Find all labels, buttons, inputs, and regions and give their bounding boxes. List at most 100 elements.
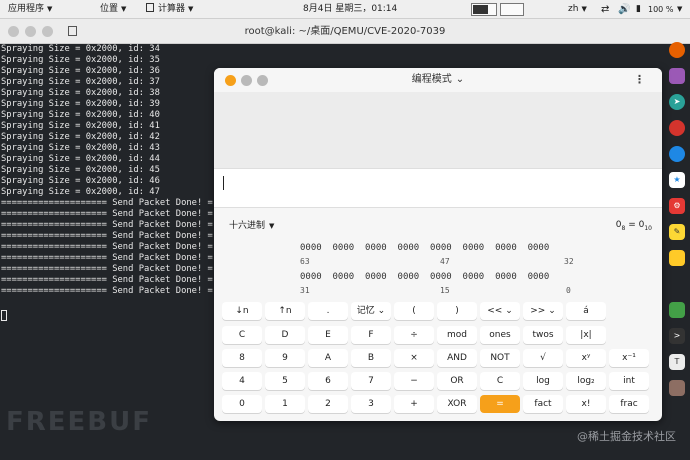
- terminal-line: Spraying Size = 0x2000, id: 46: [1, 176, 160, 186]
- hex-a-button[interactable]: A: [308, 349, 348, 367]
- twos-complement-button[interactable]: twos: [523, 326, 563, 344]
- fact-button[interactable]: fact: [523, 395, 563, 413]
- input-method-menu[interactable]: zh ▼: [568, 0, 587, 19]
- terminal-line: Spraying Size = 0x2000, id: 37: [1, 77, 160, 87]
- apps-menu[interactable]: 应用程序 ▼: [8, 0, 52, 19]
- and-button[interactable]: AND: [437, 349, 477, 367]
- terminal-title: root@kali: ~/桌面/QEMU/CVE-2020-7039: [244, 26, 446, 37]
- factorial-button[interactable]: x!: [566, 395, 606, 413]
- absolute-value-button[interactable]: |x|: [566, 326, 606, 344]
- volume-icon[interactable]: 🔊: [618, 0, 630, 19]
- keypad: ↓n ↑n . 记忆 ⌄ ( ) << ⌄ >> ⌄ á C D E F ÷ m…: [222, 302, 654, 415]
- xor-button[interactable]: XOR: [437, 395, 477, 413]
- pen-icon[interactable]: ✎: [669, 224, 685, 240]
- folder-icon[interactable]: [669, 250, 685, 266]
- send-icon[interactable]: ➤: [669, 94, 685, 110]
- workspace-indicator-empty-icon[interactable]: [500, 3, 524, 16]
- inverse-button[interactable]: x⁻¹: [609, 349, 649, 367]
- terminal-line: Spraying Size = 0x2000, id: 42: [1, 132, 160, 142]
- grid-icon[interactable]: [669, 302, 685, 318]
- digit-6-button[interactable]: 6: [308, 372, 348, 390]
- digit-0-button[interactable]: 0: [222, 395, 262, 413]
- digit-8-button[interactable]: 8: [222, 349, 262, 367]
- hex-b-button[interactable]: B: [351, 349, 391, 367]
- mod-button[interactable]: mod: [437, 326, 477, 344]
- terminal-line: Spraying Size = 0x2000, id: 43: [1, 143, 160, 153]
- add-button[interactable]: +: [394, 395, 434, 413]
- log-button[interactable]: log: [523, 372, 563, 390]
- dropdown-arrow-icon: ▼: [269, 222, 275, 230]
- terminal-line: ==================== Send Packet Done! =: [1, 220, 213, 230]
- firefox-icon[interactable]: [669, 42, 685, 58]
- kebab-menu-icon[interactable]: ⋮: [634, 73, 645, 87]
- bit-row-low[interactable]: 0000 0000 0000 0000 0000 0000 0000 0000: [300, 272, 549, 283]
- power-button[interactable]: xʸ: [566, 349, 606, 367]
- expression-input[interactable]: [214, 168, 662, 208]
- box-icon[interactable]: [669, 380, 685, 396]
- digit-2-button[interactable]: 2: [308, 395, 348, 413]
- multiply-button[interactable]: ×: [394, 349, 434, 367]
- calculator-app-label: 计算器: [158, 4, 186, 14]
- or-button[interactable]: OR: [437, 372, 477, 390]
- digit-3-button[interactable]: 3: [351, 395, 391, 413]
- ones-complement-button[interactable]: ones: [480, 326, 520, 344]
- calculator-window: 编程模式 ⌄ ⋮ 十六进制 ▼ 08 = 010 0000 0000 0000 00…: [214, 68, 662, 421]
- text-caret: [223, 176, 224, 190]
- base-selector[interactable]: 十六进制 ▼: [223, 216, 280, 236]
- places-menu[interactable]: 位置 ▼: [100, 0, 126, 19]
- shift-left-button[interactable]: << ⌄: [480, 302, 520, 320]
- subtract-button[interactable]: −: [394, 372, 434, 390]
- shift-down-button[interactable]: ↓n: [222, 302, 262, 320]
- hex-c-button[interactable]: C: [222, 326, 262, 344]
- terminal-line: ==================== Send Packet Done! =: [1, 242, 213, 252]
- close-paren-button[interactable]: ): [437, 302, 477, 320]
- digit-9-button[interactable]: 9: [265, 349, 305, 367]
- frac-button[interactable]: frac: [609, 395, 649, 413]
- digit-5-button[interactable]: 5: [265, 372, 305, 390]
- digit-4-button[interactable]: 4: [222, 372, 262, 390]
- terminal-icon[interactable]: >: [669, 328, 685, 344]
- weibo-icon[interactable]: [669, 120, 685, 136]
- mode-title: 编程模式: [411, 74, 452, 85]
- hex-e-button[interactable]: E: [308, 326, 348, 344]
- clear-button[interactable]: C: [480, 372, 520, 390]
- square-root-button[interactable]: √: [523, 349, 563, 367]
- chat-icon[interactable]: [669, 146, 685, 162]
- digit-1-button[interactable]: 1: [265, 395, 305, 413]
- mode-selector[interactable]: 编程模式 ⌄: [214, 68, 662, 92]
- workspace-indicator-icon[interactable]: [471, 3, 497, 16]
- gnome-top-bar: 应用程序 ▼ 位置 ▼ 计算器 ▼ 8月4日 星期三，01:14 zh ▼ ⇄ 🔊 ▮ …: [0, 0, 690, 19]
- divide-button[interactable]: ÷: [394, 326, 434, 344]
- calculator-app-menu[interactable]: 计算器 ▼: [146, 0, 193, 19]
- battery-icon[interactable]: ▮: [636, 0, 641, 19]
- not-button[interactable]: NOT: [480, 349, 520, 367]
- gear-icon[interactable]: ⚙: [669, 198, 685, 214]
- shift-up-button[interactable]: ↑n: [265, 302, 305, 320]
- shift-right-button[interactable]: >> ⌄: [523, 302, 563, 320]
- text-icon[interactable]: T: [669, 354, 685, 370]
- open-paren-button[interactable]: (: [394, 302, 434, 320]
- decimal-point-button[interactable]: .: [308, 302, 348, 320]
- screenshot-icon[interactable]: [669, 68, 685, 84]
- digit-7-button[interactable]: 7: [351, 372, 391, 390]
- system-menu-caret-icon[interactable]: ▼: [677, 0, 682, 19]
- conv-equals: =: [625, 220, 639, 230]
- bit-position: 47: [440, 257, 450, 266]
- terminal-line: Spraying Size = 0x2000, id: 34: [1, 44, 160, 54]
- hex-d-button[interactable]: D: [265, 326, 305, 344]
- terminal-line: ==================== Send Packet Done! =: [1, 264, 213, 274]
- equals-button[interactable]: =: [480, 395, 520, 413]
- terminal-line: ==================== Send Packet Done! =: [1, 286, 213, 296]
- bit-position: 15: [440, 286, 450, 295]
- bit-row-high[interactable]: 0000 0000 0000 0000 0000 0000 0000 0000: [300, 243, 549, 254]
- int-button[interactable]: int: [609, 372, 649, 390]
- app-icon[interactable]: ★: [669, 172, 685, 188]
- memory-button[interactable]: 记忆 ⌄: [351, 302, 391, 320]
- hex-f-button[interactable]: F: [351, 326, 391, 344]
- network-icon[interactable]: ⇄: [601, 0, 609, 19]
- character-button[interactable]: á: [566, 302, 606, 320]
- conv-to-base: 10: [644, 224, 652, 232]
- clock[interactable]: 8月4日 星期三，01:14: [303, 0, 397, 19]
- bit-position: 63: [300, 257, 310, 266]
- log2-button[interactable]: log₂: [566, 372, 606, 390]
